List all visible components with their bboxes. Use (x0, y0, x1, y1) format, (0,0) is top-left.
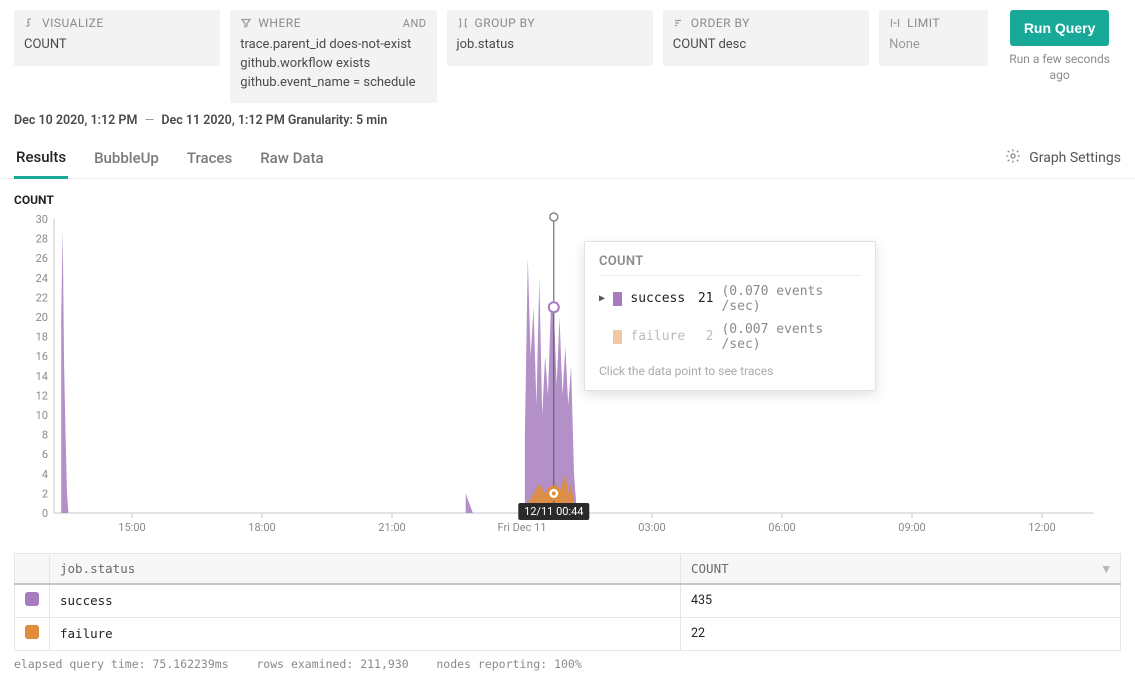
limit-label: LIMIT (907, 16, 940, 30)
where-clause: github.workflow exists (240, 55, 426, 74)
orderby-label: ORDER BY (691, 16, 750, 30)
chart-area: COUNT 02468101214161820222426283015:0018… (0, 179, 1135, 545)
table-row[interactable]: failure 22 (15, 617, 1121, 650)
svg-text:15:00: 15:00 (118, 521, 145, 534)
visualize-box[interactable]: VISUALIZE COUNT (14, 10, 220, 66)
svg-text:09:00: 09:00 (898, 521, 925, 534)
tab-results[interactable]: Results (14, 138, 68, 179)
where-clauses: trace.parent_id does-not-exist github.wo… (240, 36, 426, 93)
run-query-button[interactable]: Run Query (1010, 10, 1110, 46)
groupby-box[interactable]: GROUP BY job.status (447, 10, 653, 66)
table-row[interactable]: success 435 (15, 584, 1121, 618)
svg-text:16: 16 (36, 350, 48, 363)
table-header-jobstatus[interactable]: job.status (50, 553, 681, 584)
filter-icon (240, 17, 252, 29)
query-builder: VISUALIZE COUNT WHERE AND trace.parent_i… (0, 0, 1135, 109)
orderby-value: COUNT desc (673, 36, 859, 55)
visualize-value: COUNT (24, 36, 210, 55)
svg-text:24: 24 (36, 271, 48, 284)
rows-examined: rows examined: 211,930 (256, 657, 408, 671)
chart-title: COUNT (14, 193, 1121, 207)
tooltip-rate: (0.070 events /sec) (721, 284, 861, 314)
tooltip-footer: Click the data point to see traces (599, 364, 861, 378)
svg-text:12:00: 12:00 (1028, 521, 1055, 534)
svg-text:4: 4 (42, 467, 48, 480)
limit-icon (889, 17, 901, 29)
svg-text:18:00: 18:00 (248, 521, 275, 534)
groupby-value: job.status (457, 36, 643, 55)
tooltip-title: COUNT (599, 254, 861, 276)
svg-text:Fri Dec 11: Fri Dec 11 (498, 521, 547, 534)
svg-text:10: 10 (36, 409, 48, 422)
chart-hover-time: 12/11 00:44 (518, 503, 589, 520)
caret-right-icon: ▶ (599, 293, 605, 304)
swatch-success (613, 292, 622, 306)
where-clause: github.event_name = schedule (240, 74, 426, 93)
cell-jobstatus: success (50, 584, 681, 618)
svg-text:22: 22 (36, 291, 48, 304)
svg-text:6: 6 (42, 448, 48, 461)
svg-text:06:00: 06:00 (768, 521, 795, 534)
tab-rawdata[interactable]: Raw Data (258, 139, 325, 177)
run-time-label: Run a few seconds ago (998, 52, 1121, 83)
tooltip-name: success (630, 291, 686, 306)
where-clause: trace.parent_id does-not-exist (240, 36, 426, 55)
tooltip-rate: (0.007 events /sec) (721, 322, 861, 352)
graph-settings-button[interactable]: Graph Settings (1005, 148, 1121, 168)
table-header-swatch[interactable] (15, 553, 50, 584)
footer-stats: elapsed query time: 75.162239ms rows exa… (0, 651, 1135, 685)
tab-traces[interactable]: Traces (185, 139, 234, 177)
tooltip-row-failure: ▶ failure 2 (0.007 events /sec) (599, 322, 861, 352)
tab-bubbleup[interactable]: BubbleUp (92, 139, 161, 177)
svg-text:21:00: 21:00 (378, 521, 405, 534)
orderby-box[interactable]: ORDER BY COUNT desc (663, 10, 869, 66)
svg-text:14: 14 (36, 369, 48, 382)
cell-count: 22 (681, 617, 1121, 650)
where-join: AND (403, 17, 427, 30)
swatch-failure (613, 330, 622, 344)
tooltip-value: 21 (695, 291, 714, 306)
cell-jobstatus: failure (50, 617, 681, 650)
svg-text:26: 26 (36, 252, 48, 265)
granularity-value: 5 min (356, 113, 387, 128)
time-range[interactable]: Dec 10 2020, 1:12 PM — Dec 11 2020, 1:12… (0, 109, 1135, 132)
groupby-label: GROUP BY (475, 16, 536, 30)
svg-text:20: 20 (36, 311, 48, 324)
graph-settings-label: Graph Settings (1029, 150, 1121, 166)
function-icon (24, 17, 36, 29)
tooltip-value: 2 (695, 329, 714, 344)
tooltip-row-success: ▶ success 21 (0.070 events /sec) (599, 284, 861, 314)
svg-text:18: 18 (36, 330, 48, 343)
granularity-label: Granularity: (288, 113, 353, 128)
table-header-count[interactable]: COUNT ▼ (681, 553, 1121, 584)
gear-icon (1005, 148, 1021, 168)
results-table: job.status COUNT ▼ success 435 failure 2… (14, 553, 1121, 651)
cell-count: 435 (681, 584, 1121, 618)
limit-box[interactable]: LIMIT None (879, 10, 988, 66)
where-label: WHERE (258, 16, 301, 30)
tabs-row: Results BubbleUp Traces Raw Data Graph S… (0, 138, 1135, 179)
tooltip-name: failure (630, 329, 686, 344)
sort-desc-icon: ▼ (1102, 561, 1110, 576)
time-to: Dec 11 2020, 1:12 PM (161, 113, 284, 128)
nodes-reporting: nodes reporting: 100% (436, 657, 581, 671)
group-icon (457, 17, 469, 29)
limit-value: None (889, 36, 978, 55)
svg-text:0: 0 (42, 507, 48, 520)
where-box[interactable]: WHERE AND trace.parent_id does-not-exist… (230, 10, 436, 103)
elapsed-time: elapsed query time: 75.162239ms (14, 657, 229, 671)
svg-text:8: 8 (42, 428, 48, 441)
sort-icon (673, 17, 685, 29)
row-swatch (25, 592, 39, 606)
svg-text:12: 12 (36, 389, 48, 402)
time-from: Dec 10 2020, 1:12 PM (14, 113, 137, 128)
visualize-label: VISUALIZE (42, 16, 104, 30)
svg-text:2: 2 (42, 487, 48, 500)
count-chart[interactable]: 02468101214161820222426283015:0018:0021:… (14, 211, 1114, 541)
chart-tooltip: COUNT ▶ success 21 (0.070 events /sec) ▶… (584, 241, 876, 391)
svg-text:03:00: 03:00 (638, 521, 665, 534)
svg-text:28: 28 (36, 232, 48, 245)
row-swatch (25, 625, 39, 639)
svg-text:30: 30 (36, 213, 48, 226)
